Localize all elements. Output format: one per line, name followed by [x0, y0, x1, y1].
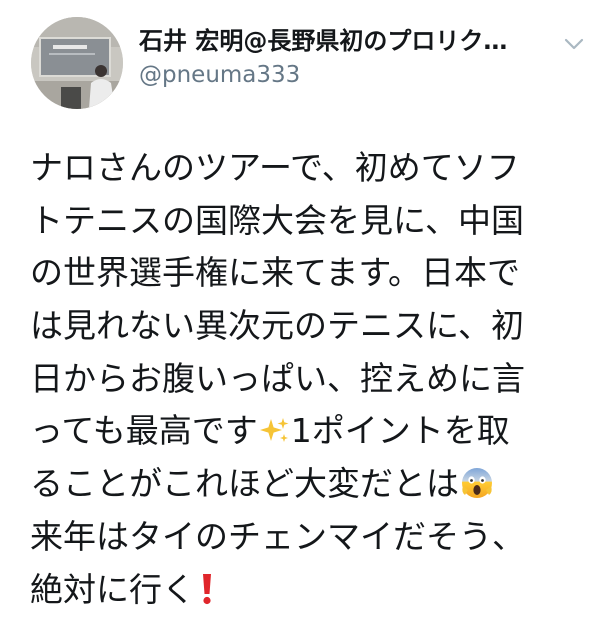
tweet-text-segment: ることがこれほど大変だとは [30, 464, 459, 504]
tweet-text-line-with-emoji: 絶対に行く [30, 564, 590, 617]
tweet-text-line: 来年はタイのチェンマイだそう、 [30, 516, 525, 556]
tweet-text-line-with-emoji: ることがこれほど大変だとは [30, 458, 590, 511]
tweet-text-segment: っても最高です [30, 411, 258, 451]
tweet-text-line-with-emoji: っても最高です 1ポイントを取 [30, 405, 590, 458]
face-screaming-in-fear-emoji-icon [460, 466, 494, 500]
tweet-menu-button[interactable] [563, 36, 585, 50]
tweet-text-line: 日からお腹いっぱい、控えめに言 [30, 358, 525, 398]
tweet-text-line: トテニスの国際大会を見に、中国 [30, 200, 525, 240]
tweet-text-line: は見れない異次元のテニスに、初 [30, 306, 525, 346]
avatar[interactable] [31, 17, 123, 109]
tweet-header: 石井 宏明@長野県初のプロリク… @pneuma333 [0, 0, 611, 120]
sparkles-emoji-icon [259, 415, 291, 447]
tweet-text: ナロさんのツアーで、初めてソフ トテニスの国際大会を見に、中国 の世界選手権に来… [30, 142, 590, 616]
red-exclamation-mark-emoji-icon [196, 572, 218, 606]
tweet-card: 石井 宏明@長野県初のプロリク… @pneuma333 ナロさんのツアーで、初め… [0, 0, 611, 640]
tweet-text-segment: 1ポイントを取 [290, 411, 510, 451]
profile-photo-presentation-icon [31, 17, 123, 109]
author-handle[interactable]: @pneuma333 [139, 60, 559, 90]
tweet-text-segment: 絶対に行く [30, 569, 195, 609]
chevron-down-icon [564, 38, 584, 50]
author-display-name[interactable]: 石井 宏明@長野県初のプロリク… [139, 24, 559, 58]
tweet-text-line: の世界選手権に来てます。日本で [30, 253, 521, 293]
tweet-text-line: ナロさんのツアーで、初めてソフ [30, 148, 520, 187]
author-names: 石井 宏明@長野県初のプロリク… @pneuma333 [139, 24, 559, 90]
